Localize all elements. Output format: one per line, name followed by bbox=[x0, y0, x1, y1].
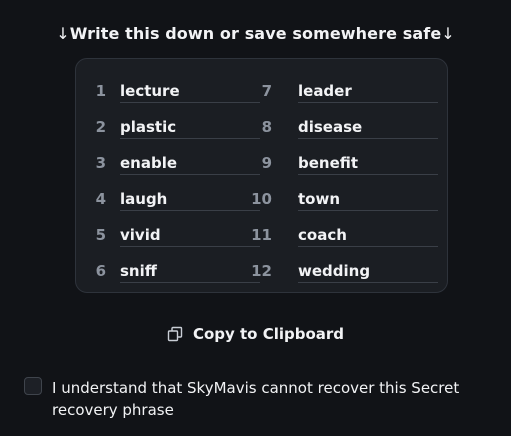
word-number: 12 bbox=[251, 262, 272, 280]
copy-button-label: Copy to Clipboard bbox=[192, 325, 345, 343]
page-heading: ↓Write this down or save somewhere safe↓ bbox=[0, 23, 511, 45]
word-number: 7 bbox=[261, 82, 272, 100]
recovery-word: disease bbox=[298, 117, 438, 139]
word-number: 2 bbox=[95, 118, 106, 136]
recovery-phrase-card: 1 lecture 2 plastic 3 enable 4 laugh 5 v… bbox=[75, 58, 448, 293]
copy-icon bbox=[167, 326, 183, 342]
word-number: 3 bbox=[95, 154, 106, 172]
consent-text: I understand that SkyMavis cannot recove… bbox=[52, 379, 460, 419]
recovery-word: coach bbox=[298, 225, 438, 247]
consent-checkbox[interactable] bbox=[24, 377, 42, 395]
word-number: 5 bbox=[95, 226, 106, 244]
word-number: 9 bbox=[261, 154, 272, 172]
word-number: 6 bbox=[95, 262, 106, 280]
arrow-down-icon: ↓ bbox=[441, 24, 455, 43]
copy-to-clipboard-button[interactable]: Copy to Clipboard bbox=[0, 325, 511, 343]
heading-text: Write this down or save somewhere safe bbox=[69, 24, 442, 43]
word-number: 11 bbox=[251, 226, 272, 244]
word-number: 1 bbox=[95, 82, 106, 100]
recovery-word: benefit bbox=[298, 153, 438, 175]
recovery-word: town bbox=[298, 189, 438, 211]
arrow-down-icon: ↓ bbox=[56, 24, 70, 43]
word-number: 10 bbox=[251, 190, 272, 208]
word-number: 8 bbox=[261, 118, 272, 136]
recovery-word: wedding bbox=[298, 261, 438, 283]
seed-phrase-page: ↓Write this down or save somewhere safe↓… bbox=[0, 0, 511, 436]
word-number: 4 bbox=[95, 190, 106, 208]
recovery-word: leader bbox=[298, 81, 438, 103]
